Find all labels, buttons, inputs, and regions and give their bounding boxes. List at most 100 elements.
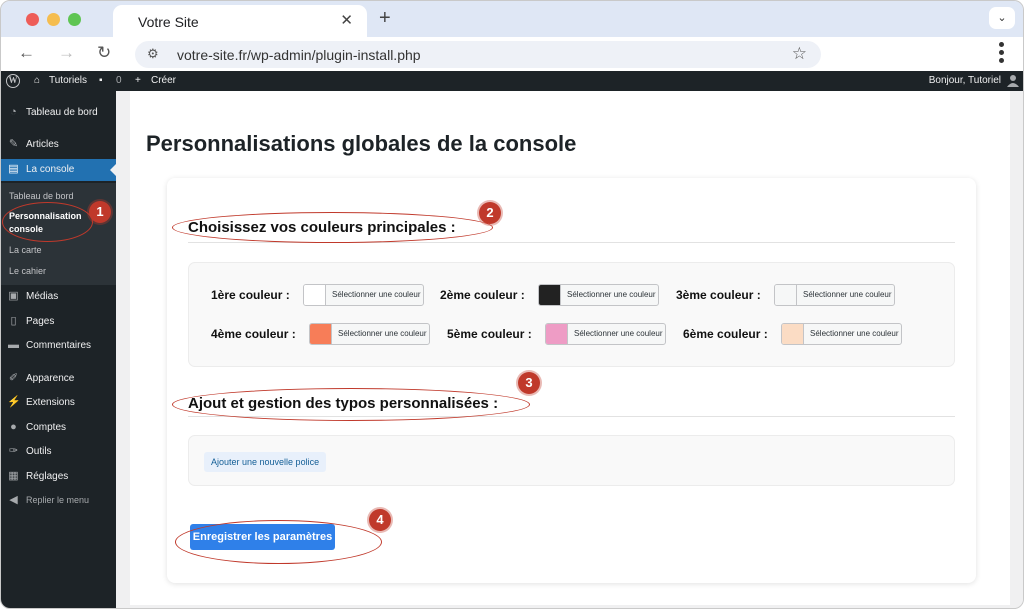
comment-icon: ▬ <box>8 339 19 351</box>
color-label: 4ème couleur : <box>211 327 296 341</box>
sidebar-item-tools[interactable]: ✑ Outils <box>1 441 116 463</box>
add-font-button[interactable]: Ajouter une nouvelle police <box>204 452 327 472</box>
page-icon: ▯ <box>10 315 17 327</box>
sidebar-item-comments[interactable]: ▬ Commentaires <box>1 335 116 357</box>
sidebar-item-label: La console <box>26 164 75 175</box>
media-icon: ▣ <box>8 290 19 302</box>
plugin-icon: ⚡ <box>7 396 21 408</box>
sidebar-item-label: Tableau de bord <box>26 107 98 118</box>
tab-title: Votre Site <box>138 14 199 30</box>
site-settings-icon[interactable]: ⚙ <box>147 46 159 62</box>
annotation-number-1: 1 <box>89 201 111 223</box>
back-arrow-icon[interactable]: ← <box>18 43 35 63</box>
color-swatch <box>310 324 332 344</box>
maximize-window-button[interactable] <box>68 13 81 26</box>
brush-icon: ✐ <box>8 372 19 384</box>
reload-icon[interactable]: ↻ <box>97 43 111 63</box>
sidebar-item-label: Pages <box>26 316 55 327</box>
color-picker-label: Sélectionner une couleur <box>574 329 663 338</box>
fonts-panel: Ajouter une nouvelle police <box>188 435 955 486</box>
color-label: 1ère couleur : <box>211 288 290 302</box>
section-divider <box>188 416 955 417</box>
browser-tab[interactable]: Votre Site ✕ <box>113 5 367 37</box>
color-picker-button[interactable]: Sélectionner une couleur <box>303 284 424 306</box>
submenu-item-carte[interactable]: La carte <box>9 245 42 255</box>
sidebar-item-extensions[interactable]: ⚡ Extensions <box>1 392 116 414</box>
user-icon: ● <box>10 421 17 433</box>
submenu-item-cahier[interactable]: Le cahier <box>9 266 46 276</box>
plus-icon[interactable]: + <box>379 7 391 30</box>
browser-toolbar: ← → ↻ ⚙ votre-site.fr/wp-admin/plugin-in… <box>1 37 1023 71</box>
sidebar-item-dashboard[interactable]: ◔ Tableau de bord <box>1 102 116 124</box>
color-picker-label: Sélectionner une couleur <box>810 329 899 338</box>
site-name-link[interactable]: Tutoriels <box>49 75 87 86</box>
color-swatch <box>546 324 568 344</box>
color-swatch <box>782 324 804 344</box>
color-picker-button[interactable]: Sélectionner une couleur <box>781 323 902 345</box>
console-icon: ▤ <box>8 163 19 175</box>
minimize-window-button[interactable] <box>47 13 60 26</box>
color-label: 5ème couleur : <box>447 327 532 341</box>
content-area: Personnalisations globales de la console… <box>130 91 1010 605</box>
sidebar-item-label: Médias <box>26 291 59 302</box>
url-text[interactable]: votre-site.fr/wp-admin/plugin-install.ph… <box>177 47 421 63</box>
comments-count[interactable]: 0 <box>116 75 122 86</box>
color-swatch <box>775 285 797 305</box>
annotation-number-2: 2 <box>479 202 501 224</box>
sidebar-item-accounts[interactable]: ● Comptes <box>1 417 116 439</box>
wrench-icon: ✑ <box>8 445 19 457</box>
color-label: 2ème couleur : <box>440 288 525 302</box>
tab-bar: Votre Site ✕ + ⌄ <box>1 1 1023 37</box>
collapse-icon: ◀ <box>9 494 18 506</box>
color-picker-label: Sélectionner une couleur <box>338 329 427 338</box>
wordpress-logo-icon[interactable]: W <box>6 74 20 88</box>
sidebar-item-label: Apparence <box>26 373 75 384</box>
close-icon[interactable]: ✕ <box>340 11 353 29</box>
home-icon[interactable]: ⌂ <box>34 75 40 86</box>
forward-arrow-icon[interactable]: → <box>58 43 75 63</box>
color-picker-button[interactable]: Sélectionner une couleur <box>545 323 666 345</box>
comment-icon[interactable]: ▪ <box>99 75 103 86</box>
color-picker-label: Sélectionner une couleur <box>332 290 421 299</box>
more-menu-icon[interactable] <box>997 41 1005 67</box>
sidebar-item-settings[interactable]: ▦ Réglages <box>1 466 116 488</box>
color-picker-button[interactable]: Sélectionner une couleur <box>538 284 659 306</box>
annotation-number-4: 4 <box>369 509 391 531</box>
wp-admin-bar: W ⌂ Tutoriels ▪ 0 + Créer Bonjour, Tutor… <box>1 71 1023 91</box>
chevron-down-icon[interactable]: ⌄ <box>989 7 1015 29</box>
color-swatch <box>539 285 561 305</box>
star-icon[interactable]: ☆ <box>792 44 807 64</box>
user-avatar-icon[interactable] <box>1007 74 1019 87</box>
sidebar-item-label: Réglages <box>26 471 69 482</box>
sidebar-item-appearance[interactable]: ✐ Apparence <box>1 368 116 390</box>
sidebar-item-label: Commentaires <box>26 340 92 351</box>
close-window-button[interactable] <box>26 13 39 26</box>
collapse-menu-button[interactable]: ◀ Replier le menu <box>1 490 116 512</box>
color-picker-button[interactable]: Sélectionner une couleur <box>309 323 430 345</box>
greeting-link[interactable]: Bonjour, Tutoriel <box>929 75 1001 86</box>
submenu-item-dashboard[interactable]: Tableau de bord <box>9 191 74 201</box>
save-settings-button[interactable]: Enregistrer les paramètres <box>190 524 335 550</box>
sidebar-item-label: Articles <box>26 139 59 150</box>
section-divider <box>188 242 955 243</box>
annotation-number-3: 3 <box>518 372 540 394</box>
address-bar[interactable]: ⚙ votre-site.fr/wp-admin/plugin-install.… <box>135 41 821 68</box>
page-title: Personnalisations globales de la console <box>146 131 577 156</box>
new-content-link[interactable]: Créer <box>151 75 176 86</box>
sidebar-item-medias[interactable]: ▣ Médias <box>1 286 116 308</box>
color-label: 3ème couleur : <box>676 288 761 302</box>
admin-sidebar: ◔ Tableau de bord ✎ Articles ▤ La consol… <box>1 91 116 608</box>
sidebar-item-label: Extensions <box>26 397 75 408</box>
color-picker-button[interactable]: Sélectionner une couleur <box>774 284 895 306</box>
sidebar-item-console[interactable]: ▤ La console <box>1 159 116 181</box>
colors-panel: 1ère couleur : Sélectionner une couleur … <box>188 262 955 367</box>
settings-icon: ▦ <box>8 470 19 482</box>
sidebar-item-articles[interactable]: ✎ Articles <box>1 134 116 156</box>
sidebar-item-pages[interactable]: ▯ Pages <box>1 311 116 333</box>
settings-card: Choisissez vos couleurs principales : 1è… <box>167 178 976 583</box>
sidebar-item-label: Outils <box>26 446 52 457</box>
submenu-item-personnalisation[interactable]: Personnalisation console <box>9 210 94 236</box>
plus-icon[interactable]: + <box>135 75 141 86</box>
color-label: 6ème couleur : <box>683 327 768 341</box>
dashboard-icon: ◔ <box>10 106 17 118</box>
